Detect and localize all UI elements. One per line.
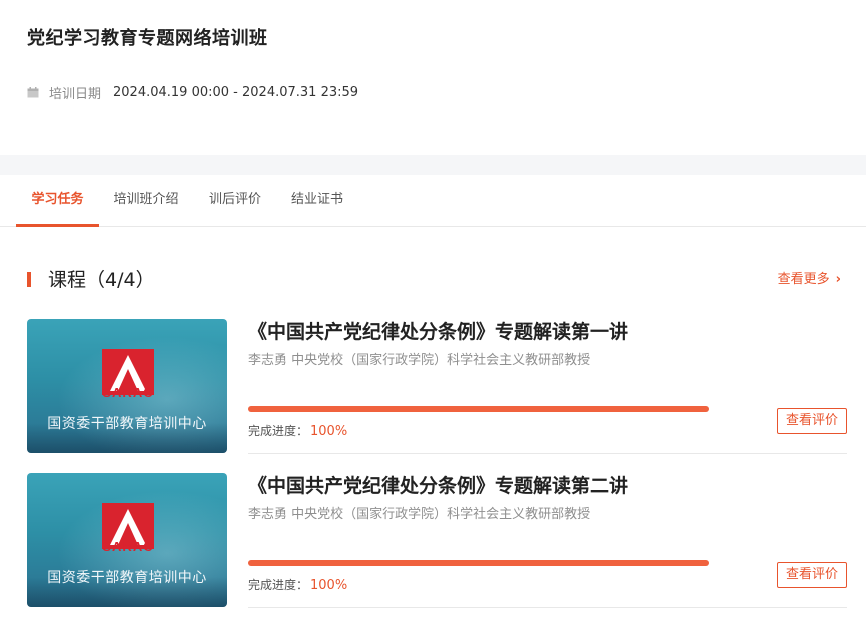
course-lecturer: 李志勇 中央党校（国家行政学院）科学社会主义教研部教授 (248, 353, 591, 368)
tab-bar: 学习任务 培训班介绍 训后评价 结业证书 (0, 175, 866, 227)
course-thumbnail[interactable]: SARAC 国资委干部教育培训中心 (27, 473, 227, 607)
progress-bar (248, 560, 709, 566)
course-card[interactable]: SARAC 国资委干部教育培训中心 《中国共产党纪律处分条例》专题解读第二讲 李… (27, 473, 847, 608)
view-more-link[interactable]: 查看更多 › (778, 270, 841, 290)
active-tab-indicator (16, 224, 99, 227)
tab-label: 结业证书 (290, 192, 343, 207)
training-date-row: 培训日期 2024.04.19 00:00 - 2024.07.31 23:59 (27, 82, 358, 102)
logo-text: SARAC (102, 385, 154, 400)
calendar-icon (27, 86, 39, 97)
tab-label: 学习任务 (31, 192, 84, 207)
view-evaluation-button[interactable]: 查看评价 (777, 408, 847, 434)
logo-text: SARAC (102, 539, 154, 554)
training-date-value: 2024.04.19 00:00 - 2024.07.31 23:59 (113, 84, 359, 100)
view-evaluation-button[interactable]: 查看评价 (777, 562, 847, 588)
section-separator (0, 155, 866, 175)
progress-label: 完成进度： (248, 424, 309, 438)
progress-bar (248, 406, 709, 412)
training-date-label: 培训日期 (49, 86, 102, 102)
tab-post-training-evaluation[interactable]: 训后评价 (200, 175, 270, 226)
progress-label: 完成进度： (248, 578, 309, 592)
progress-bar-fill (248, 560, 709, 566)
page-header: 党纪学习教育专题网络培训班 培训日期 2024.04.19 00:00 - 20… (0, 0, 866, 155)
tab-class-intro[interactable]: 培训班介绍 (104, 175, 188, 226)
progress-value: 100% (310, 578, 348, 593)
tab-certificate[interactable]: 结业证书 (282, 175, 352, 226)
view-more-label: 查看更多 (777, 272, 830, 287)
tab-label: 训后评价 (208, 192, 261, 207)
progress-value: 100% (310, 424, 348, 439)
page-title: 党纪学习教育专题网络培训班 (27, 28, 268, 49)
sarac-logo-icon (102, 349, 154, 395)
course-section-header: 课程（4/4） 查看更多 › (27, 266, 847, 294)
section-accent-bar (27, 272, 31, 287)
section-title: 课程（4/4） (48, 269, 155, 291)
sarac-logo-icon (102, 503, 154, 549)
progress-text: 完成进度： 100% (248, 577, 347, 594)
thumbnail-caption: 国资委干部教育培训中心 (47, 570, 207, 586)
course-thumbnail[interactable]: SARAC 国资委干部教育培训中心 (27, 319, 227, 453)
progress-bar-fill (248, 406, 709, 412)
chevron-right-icon: › (835, 272, 841, 287)
thumbnail-caption: 国资委干部教育培训中心 (47, 416, 207, 432)
tab-label: 培训班介绍 (113, 192, 179, 207)
progress-text: 完成进度： 100% (248, 423, 347, 440)
tab-learning-tasks[interactable]: 学习任务 (16, 175, 99, 227)
row-divider (248, 607, 847, 608)
row-divider (248, 453, 847, 454)
course-lecturer: 李志勇 中央党校（国家行政学院）科学社会主义教研部教授 (248, 507, 591, 522)
course-title[interactable]: 《中国共产党纪律处分条例》专题解读第二讲 (248, 473, 628, 499)
course-title[interactable]: 《中国共产党纪律处分条例》专题解读第一讲 (248, 319, 628, 345)
course-card[interactable]: SARAC 国资委干部教育培训中心 《中国共产党纪律处分条例》专题解读第一讲 李… (27, 319, 847, 454)
